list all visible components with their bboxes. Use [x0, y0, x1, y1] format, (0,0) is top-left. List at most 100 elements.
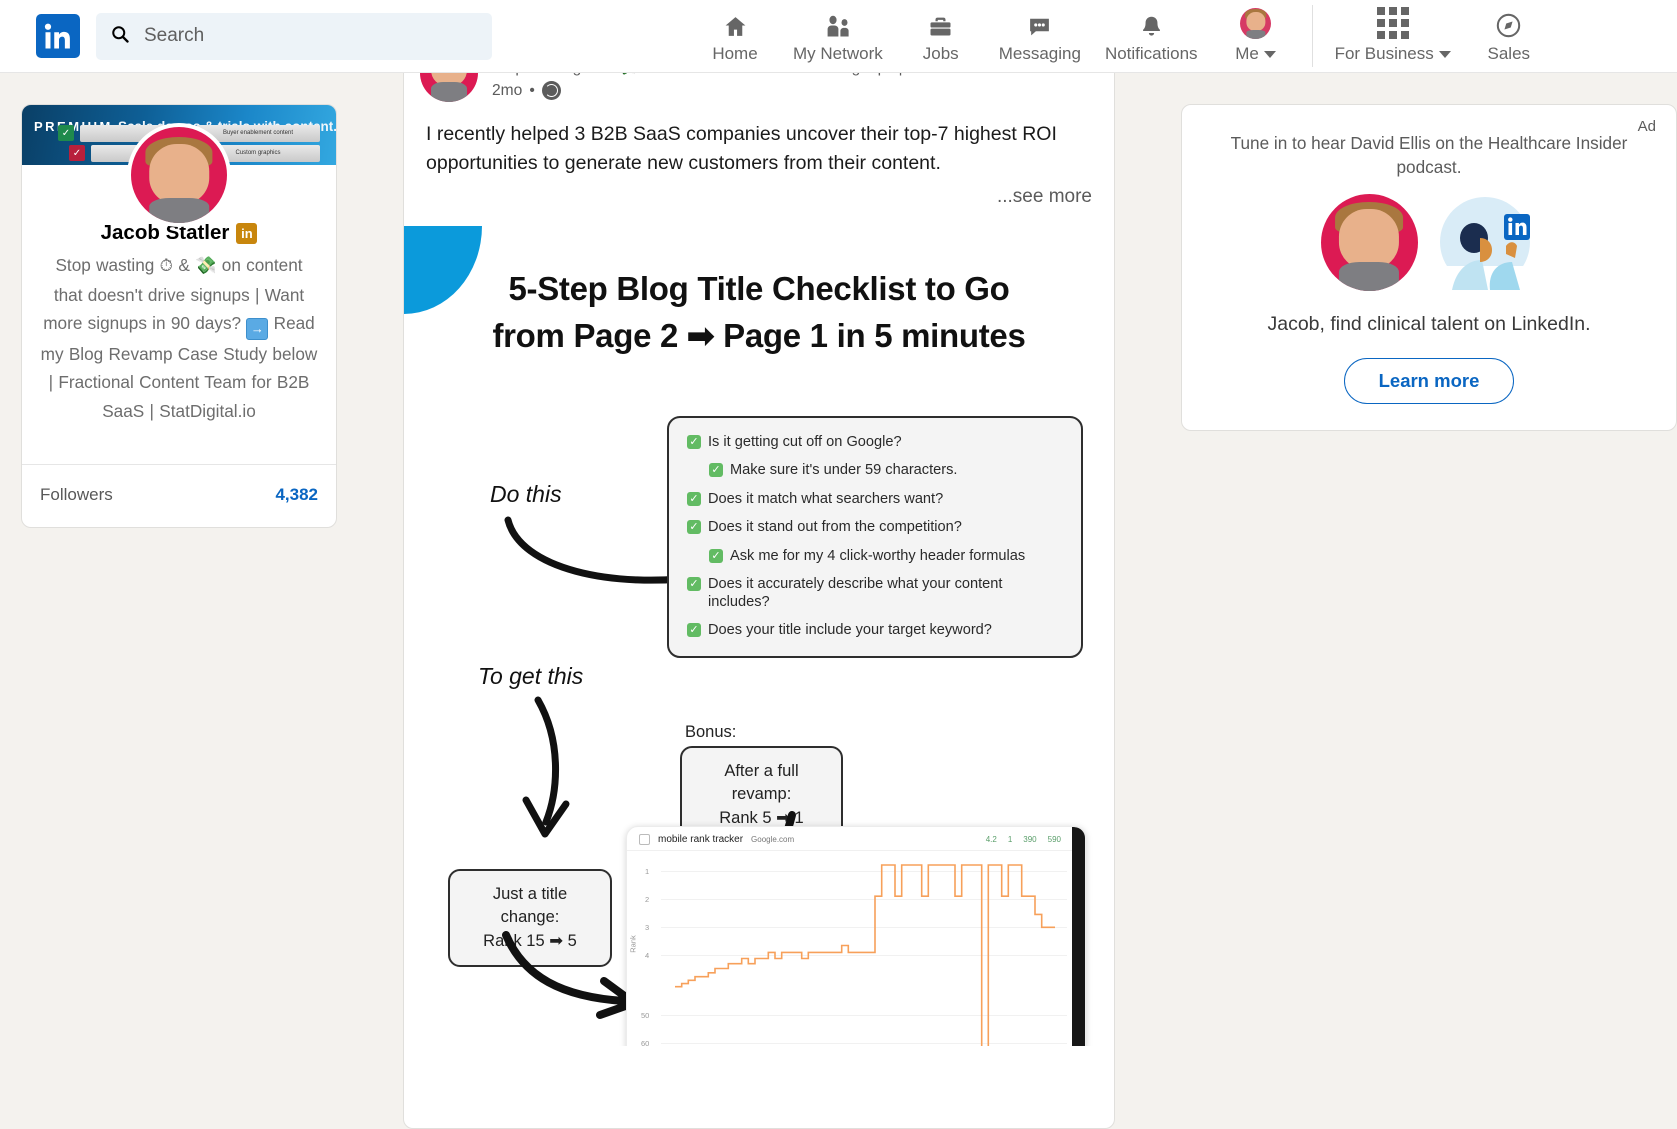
post-image[interactable]: 5-Step Blog Title Checklist to Go from P… — [404, 225, 1114, 1046]
checklist-item-text: Is it getting cut off on Google? — [708, 433, 902, 450]
globe-icon — [541, 81, 561, 100]
tracker-stat-1: 1 — [1007, 834, 1013, 844]
ad-illustration-icon — [1432, 194, 1538, 291]
nav-label-jobs: Jobs — [922, 43, 959, 63]
bullet-separator: • — [529, 81, 535, 99]
tracker-stat-3: 590 — [1047, 834, 1061, 844]
nav-item-home[interactable]: Home — [689, 0, 781, 73]
checklist-item: ✓ Does it match what searchers want? — [687, 491, 1063, 509]
checklist-item-text: Make sure it's under 59 characters. — [730, 462, 958, 479]
checklist-box: ✓ Is it getting cut off on Google? ✓ Mak… — [667, 415, 1083, 658]
banner-check-red: ✓ — [69, 145, 85, 161]
money-icon: 💸 — [195, 256, 217, 276]
post-image-title-line1: 5-Step Blog Title Checklist to Go — [508, 269, 1010, 307]
message-bubble-icon — [1026, 9, 1053, 39]
chevron-down-icon — [1263, 50, 1276, 58]
search-input[interactable] — [144, 25, 478, 47]
avatar — [1240, 7, 1272, 39]
ad-images — [1202, 193, 1656, 291]
nav-item-my-network[interactable]: My Network — [781, 0, 895, 73]
title-change-line1: Just a title change: — [492, 884, 568, 927]
chart-y-axis-label: Rank — [628, 934, 638, 953]
bonus-rank-line1: After a full revamp: — [724, 761, 799, 804]
see-more-button[interactable]: ...see more — [404, 178, 1114, 208]
followers-row[interactable]: Followers 4,382 — [22, 465, 336, 527]
rank-tracker-header: mobile rank tracker Google.com 4.2 1 390… — [627, 827, 1085, 851]
feed-post: Stop wasting ⏱ & 💸 on content that doesn… — [403, 61, 1115, 1129]
label-to-get-this: To get this — [478, 662, 584, 689]
post-timestamp-row: 2mo • — [492, 81, 960, 100]
nav-item-me[interactable]: Me — [1210, 0, 1302, 73]
checklist-item: ✓ Ask me for my 4 click-worthy header fo… — [687, 548, 1063, 566]
followers-label: Followers — [40, 484, 113, 504]
bonus-label: Bonus: — [685, 722, 737, 741]
chart-y-tick: 50 — [641, 1010, 650, 1020]
nav-items: Home My Network Jobs Messaging Notificat… — [689, 0, 1555, 73]
search-icon — [110, 24, 130, 49]
chart-y-tick: 3 — [645, 922, 650, 932]
chart-series-line — [675, 863, 1055, 1046]
checklist-item: ✓ Does it stand out from the competition… — [687, 519, 1063, 537]
nav-label-me: Me — [1235, 43, 1259, 63]
post-image-title: 5-Step Blog Title Checklist to Go from P… — [404, 266, 1114, 360]
tracker-name: mobile rank tracker — [658, 833, 744, 845]
ad-card[interactable]: Ad Tune in to hear David Ellis on the He… — [1181, 104, 1677, 431]
nav-item-sales[interactable]: Sales — [1463, 0, 1555, 73]
chart-y-tick: 4 — [645, 950, 650, 960]
checklist-item: ✓ Make sure it's under 59 characters. — [687, 462, 1063, 480]
checkmark-icon: ✓ — [709, 548, 723, 563]
checkmark-icon: ✓ — [687, 491, 701, 506]
nav-item-notifications[interactable]: Notifications — [1093, 0, 1210, 73]
home-icon — [722, 9, 749, 39]
rank-tracker-screenshot: mobile rank tracker Google.com 4.2 1 390… — [626, 825, 1086, 1046]
checkmark-icon: ✓ — [687, 623, 701, 638]
checklist-item-text: Does it match what searchers want? — [708, 490, 944, 507]
page-body: Scale demos & trials with content. PREMI… — [0, 61, 1677, 1129]
post-age: 2mo — [492, 81, 523, 99]
rank-chart: Rank 1 2 3 4 50 60 — [627, 851, 1085, 1046]
linkedin-logo-icon[interactable] — [36, 14, 80, 58]
nav-label-messaging: Messaging — [998, 43, 1081, 63]
profile-card[interactable]: Scale demos & trials with content. PREMI… — [21, 104, 337, 528]
learn-more-button[interactable]: Learn more — [1343, 357, 1515, 404]
nav-label-my-network: My Network — [793, 43, 883, 63]
tracker-checkbox[interactable] — [639, 833, 650, 845]
nav-label-notifications: Notifications — [1104, 43, 1198, 63]
checkmark-icon: ✓ — [709, 463, 723, 478]
people-icon — [823, 9, 853, 39]
nav-item-for-business[interactable]: For Business — [1323, 0, 1463, 73]
stopwatch-icon: ⏱ — [159, 256, 174, 276]
nav-label-home: Home — [712, 43, 758, 63]
profile-bio: Stop wasting ⏱ & 💸 on content that doesn… — [40, 251, 318, 426]
nav-item-jobs[interactable]: Jobs — [895, 0, 987, 73]
left-sidebar: Scale demos & trials with content. PREMI… — [21, 104, 337, 528]
tracker-stat-0: 4.2 — [985, 834, 997, 844]
checklist-item-text: Does it accurately describe what your co… — [708, 576, 1003, 610]
avatar-icon — [1240, 7, 1272, 39]
global-nav: Home My Network Jobs — [0, 0, 1677, 73]
ad-copy: Tune in to hear David Ellis on the Healt… — [1230, 133, 1628, 178]
linkedin-premium-badge-icon: in — [236, 222, 258, 244]
bio-part-2: & — [173, 255, 196, 275]
post-image-title-line2: from Page 2 ➡ Page 1 in 5 minutes — [492, 316, 1026, 354]
post-body-text: I recently helped 3 B2B SaaS companies u… — [426, 123, 1057, 174]
nav-label-sales: Sales — [1487, 43, 1531, 63]
tracker-stats: 4.2 1 390 590 — [986, 835, 1061, 844]
right-sidebar: Ad Tune in to hear David Ellis on the He… — [1181, 104, 1677, 431]
ad-label: Ad — [1637, 118, 1656, 135]
banner-check-green: ✓ — [58, 125, 74, 141]
checkmark-icon: ✓ — [687, 577, 701, 592]
checkmark-icon: ✓ — [687, 434, 701, 449]
chart-y-tick: 60 — [641, 1038, 650, 1046]
ad-title: Jacob, find clinical talent on LinkedIn. — [1267, 312, 1591, 335]
nav-label-for-business: For Business — [1334, 43, 1434, 63]
nav-item-messaging[interactable]: Messaging — [987, 0, 1093, 73]
profile-avatar[interactable] — [127, 123, 231, 227]
label-do-this: Do this — [490, 480, 562, 507]
tracker-domain: Google.com — [751, 834, 795, 844]
followers-count[interactable]: 4,382 — [275, 485, 318, 505]
checklist-item-text: Does your title include your target keyw… — [708, 622, 992, 639]
chart-y-tick: 1 — [645, 866, 650, 876]
curved-arrow-to-get-this-icon — [522, 696, 570, 838]
search-box[interactable] — [96, 12, 492, 60]
